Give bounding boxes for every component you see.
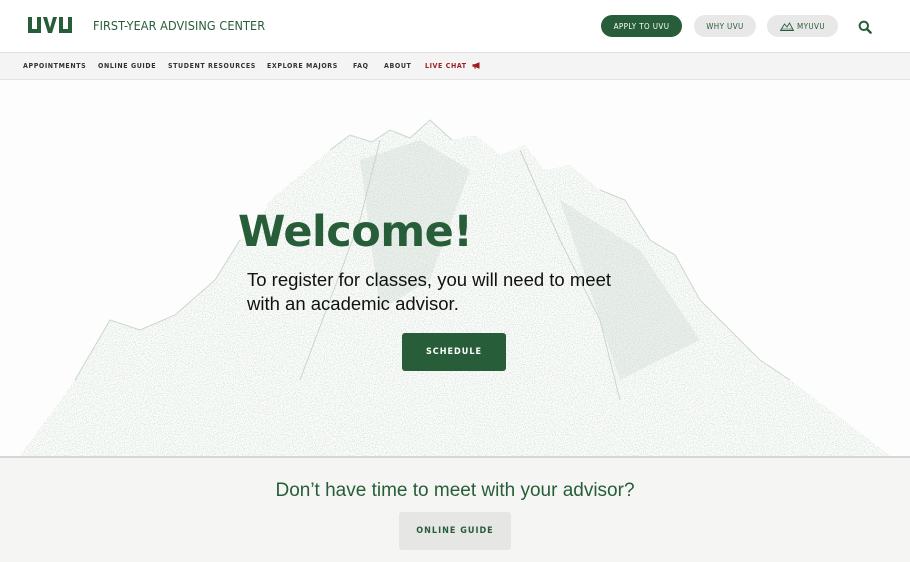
mountain-icon: [779, 21, 794, 31]
main-nav: APPOINTMENTS ONLINE GUIDE STUDENT RESOUR…: [0, 53, 910, 80]
online-guide-band: Don’t have time to meet with your adviso…: [0, 456, 910, 562]
online-guide-button[interactable]: ONLINE GUIDE: [399, 512, 511, 550]
uvu-logo[interactable]: [26, 12, 74, 38]
why-uvu-button[interactable]: WHY UVU: [694, 15, 756, 37]
welcome-heading: Welcome!: [238, 207, 473, 257]
hero-section: Welcome! To register for classes, you wi…: [0, 80, 910, 456]
nav-item-online-guide[interactable]: ONLINE GUIDE: [98, 62, 156, 70]
nav-item-faq[interactable]: FAQ: [353, 62, 369, 70]
uvu-logo-mark: [28, 17, 72, 33]
megaphone-icon: [472, 62, 481, 71]
nav-item-live-chat[interactable]: LIVE CHAT: [425, 62, 481, 71]
live-chat-label: LIVE CHAT: [425, 62, 467, 70]
hero-subtitle: To register for classes, you will need t…: [247, 269, 611, 314]
nav-item-appointments[interactable]: APPOINTMENTS: [23, 62, 86, 70]
myuvu-label: MYUVU: [796, 21, 826, 31]
band-heading: Don’t have time to meet with your adviso…: [275, 480, 635, 501]
schedule-button[interactable]: SCHEDULE: [402, 333, 506, 371]
nav-item-about[interactable]: ABOUT: [384, 62, 411, 70]
search-icon[interactable]: [858, 19, 872, 34]
myuvu-button[interactable]: MYUVU: [767, 15, 838, 37]
department-title[interactable]: FIRST-YEAR ADVISING CENTER: [93, 18, 265, 33]
nav-item-explore-majors[interactable]: EXPLORE MAJORS: [267, 62, 338, 70]
nav-item-student-resources[interactable]: STUDENT RESOURCES: [168, 62, 256, 70]
site-header: FIRST-YEAR ADVISING CENTER APPLY TO UVU …: [0, 0, 910, 53]
apply-to-uvu-button[interactable]: APPLY TO UVU: [601, 15, 682, 37]
